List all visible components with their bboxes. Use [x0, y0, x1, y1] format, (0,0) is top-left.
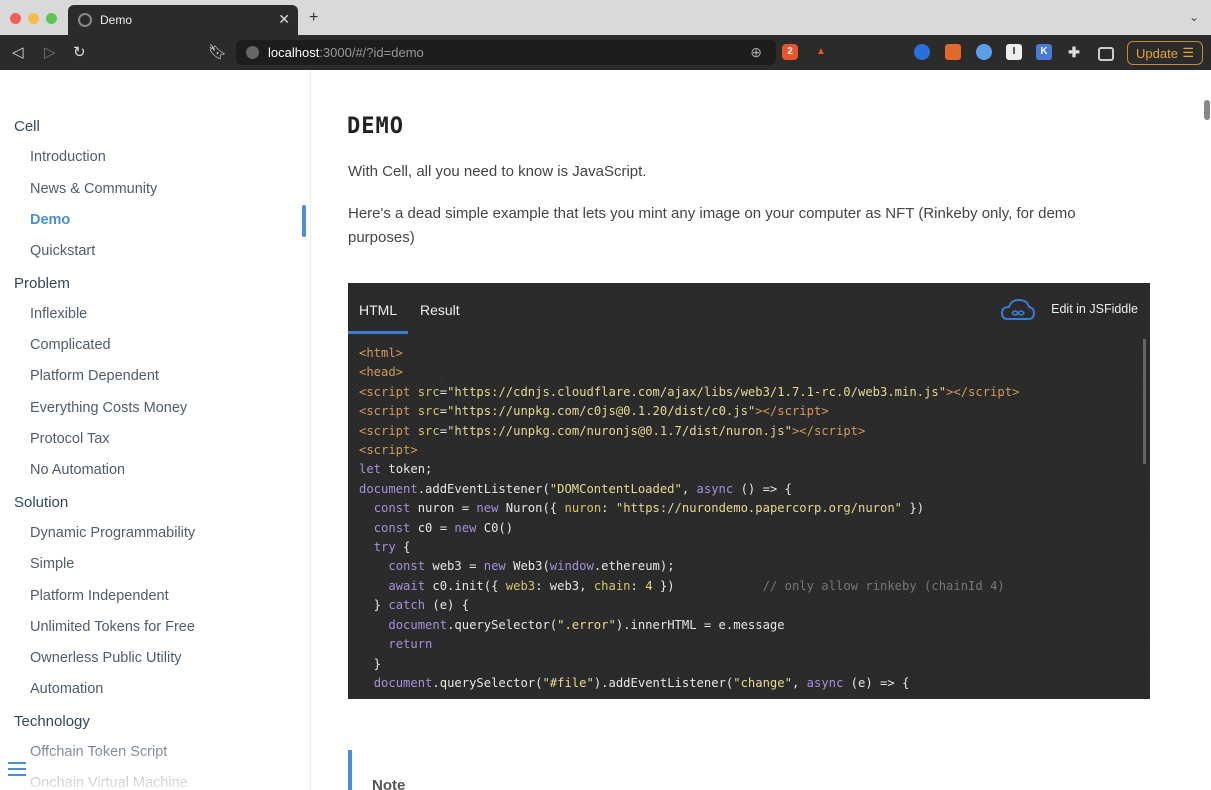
extension-i-icon[interactable]: I [1006, 44, 1022, 60]
sidebar-item-news-community[interactable]: News & Community [30, 181, 157, 197]
bookmark-icon[interactable]: 🔖︎ [208, 43, 227, 61]
site-info-icon[interactable] [246, 46, 259, 59]
extension-blue-icon[interactable] [976, 44, 992, 60]
sidebar-section-solution[interactable]: Solution [14, 494, 68, 511]
text-cursor-icon: I [440, 370, 444, 386]
sidebar-section-cell[interactable]: Cell [14, 118, 40, 135]
url-path: :3000/#/?id=demo [319, 45, 424, 60]
description-paragraph: Here's a dead simple example that lets y… [348, 205, 1076, 246]
tab-result[interactable]: Result [420, 302, 460, 318]
tab-close-icon[interactable]: ✕ [278, 11, 290, 28]
code-scrollbar[interactable] [1143, 339, 1146, 464]
active-tab-underline [348, 331, 408, 334]
extension-k-icon[interactable]: K [1036, 44, 1052, 60]
jsfiddle-embed[interactable]: HTML Result Edit in JSFiddle <html> <hea… [348, 283, 1150, 699]
jsfiddle-cloud-icon[interactable] [1000, 297, 1036, 323]
browser-tab-bar: Demo ✕ + ⌄ [0, 0, 1211, 35]
back-icon[interactable]: ◁ [12, 43, 24, 61]
sidebar-item-no-automation[interactable]: No Automation [30, 462, 125, 478]
sidebar-item-inflexible[interactable]: Inflexible [30, 306, 87, 322]
browser-toolbar: ◁ ▷ ↻ 🔖︎ localhost:3000/#/?id=demo ⊕ 2 ▲… [0, 35, 1211, 70]
url-host: localhost [268, 45, 320, 60]
edit-in-jsfiddle-link[interactable]: Edit in JSFiddle [1051, 302, 1138, 316]
note-title: Note [372, 777, 406, 790]
maximize-window-button[interactable] [46, 13, 57, 24]
tab-search-icon[interactable]: ⌄ [1189, 10, 1199, 24]
extension-fox-icon[interactable] [945, 44, 961, 60]
sidebar-item-complicated[interactable]: Complicated [30, 337, 111, 353]
sidebar-fade [0, 730, 310, 790]
menu-icon: ☰ [1182, 45, 1194, 60]
forward-icon[interactable]: ▷ [44, 43, 56, 61]
sidebar-item-demo[interactable]: Demo [30, 212, 70, 228]
main-content: DEMO With Cell, all you need to know is … [311, 70, 1211, 790]
extension-wallet-icon[interactable] [914, 44, 930, 60]
close-window-button[interactable] [10, 13, 21, 24]
sidebar-item-everything-costs-money[interactable]: Everything Costs Money [30, 400, 187, 416]
tab-html[interactable]: HTML [359, 302, 397, 318]
sidebar-item-automation[interactable]: Automation [30, 681, 103, 697]
tab-title: Demo [100, 13, 133, 27]
sidebar-item-quickstart[interactable]: Quickstart [30, 243, 95, 259]
minimize-window-button[interactable] [28, 13, 39, 24]
page-title: DEMO [347, 114, 404, 139]
sidebar-item-dynamic-programmability[interactable]: Dynamic Programmability [30, 525, 195, 541]
sidebar-item-simple[interactable]: Simple [30, 556, 74, 572]
note-callout-bar [348, 750, 352, 790]
globe-icon [78, 13, 92, 27]
update-label: Update [1136, 46, 1178, 61]
intro-paragraph: With Cell, all you need to know is JavaS… [348, 163, 647, 180]
sidebar-item-ownerless-public-utility[interactable]: Ownerless Public Utility [30, 650, 182, 666]
active-item-indicator [302, 205, 306, 237]
new-tab-button[interactable]: + [309, 9, 318, 27]
reload-icon[interactable]: ↻ [73, 43, 86, 61]
sidebar-item-platform-independent[interactable]: Platform Independent [30, 588, 169, 604]
sidebar-section-problem[interactable]: Problem [14, 275, 70, 292]
code-block[interactable]: <html> <head> <script src="https://cdnjs… [359, 344, 1019, 693]
address-bar[interactable]: localhost:3000/#/?id=demo ⊕ [236, 40, 776, 65]
brave-shields-icon[interactable]: 2 [782, 44, 798, 60]
hamburger-menu-icon[interactable] [8, 762, 26, 780]
update-button[interactable]: Update ☰ [1127, 41, 1203, 65]
sidebar-section-technology[interactable]: Technology [14, 713, 90, 730]
sidebar-item-platform-dependent[interactable]: Platform Dependent [30, 368, 159, 384]
sidebar-item-protocol-tax[interactable]: Protocol Tax [30, 431, 110, 447]
page-scrollbar[interactable] [1204, 100, 1210, 120]
wallet-icon[interactable] [1098, 47, 1114, 61]
brave-rewards-icon[interactable]: ▲ [813, 44, 829, 60]
zoom-icon[interactable]: ⊕ [750, 44, 762, 61]
sidebar-nav: Cell Introduction News & Community Demo Quic… [0, 70, 311, 790]
sidebar-item-unlimited-tokens-for-free[interactable]: Unlimited Tokens for Free [30, 619, 195, 635]
sidebar-item-introduction[interactable]: Introduction [30, 149, 106, 165]
extensions-puzzle-icon[interactable]: ✚ [1066, 44, 1082, 60]
browser-tab[interactable]: Demo ✕ [68, 5, 298, 35]
